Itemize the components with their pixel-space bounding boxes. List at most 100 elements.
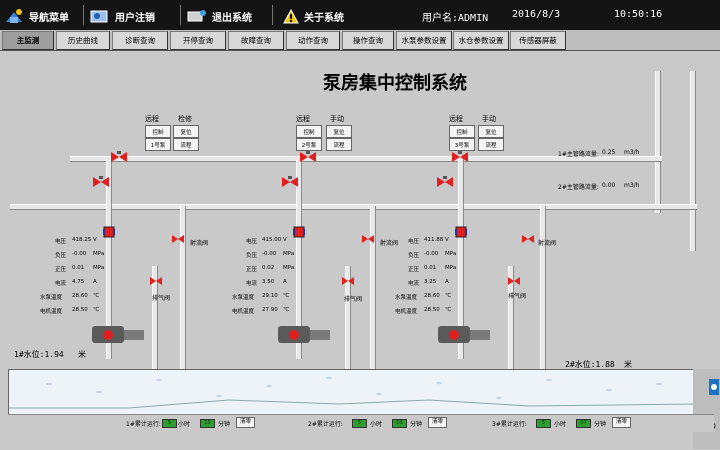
clear-button[interactable]: 清零 xyxy=(612,417,632,428)
water-sump xyxy=(8,369,696,416)
valve-icon[interactable] xyxy=(300,151,316,163)
flow-button[interactable]: 流程 xyxy=(478,138,504,151)
pump-temp-label: 水泵温度 xyxy=(40,295,63,301)
pump-temp-value: 29.10 xyxy=(262,293,278,299)
drain-valve-label: 排气阀 xyxy=(508,293,527,300)
pump-motor-icon[interactable] xyxy=(90,323,152,347)
shoot-valve-icon[interactable] xyxy=(172,234,184,244)
voltage-label: 电压 xyxy=(408,239,420,245)
main-pipe-riser-2 xyxy=(690,71,696,251)
motor-temp-label: 电机温度 xyxy=(395,309,418,315)
shoot-valve-label: 射流阀 xyxy=(538,240,557,247)
drain-valve-icon[interactable] xyxy=(150,276,162,286)
temp-unit: ℃ xyxy=(445,307,452,313)
nav-menu-button[interactable]: 导航菜单 xyxy=(4,7,69,25)
gate-valve-icon[interactable] xyxy=(455,225,467,239)
logout-label: 用户注销 xyxy=(115,12,155,24)
valve-icon[interactable] xyxy=(282,176,298,188)
water-surface-icon xyxy=(9,370,695,415)
shoot-valve-icon[interactable] xyxy=(362,234,374,244)
pos-pressure-value: 0.01 xyxy=(72,265,85,271)
pump-motor-icon[interactable] xyxy=(436,323,498,347)
tab-sump-params[interactable]: 水仓参数设置 xyxy=(453,31,509,50)
clear-button[interactable]: 清零 xyxy=(236,417,256,428)
gate-valve-icon[interactable] xyxy=(103,225,115,239)
pump-temp-label: 水泵温度 xyxy=(395,295,418,301)
tab-diagnosis-query[interactable]: 诊断查询 xyxy=(112,31,168,50)
control-button[interactable]: 控制 xyxy=(296,125,322,138)
pump1-hours: 5 xyxy=(162,419,177,428)
pump-select-button[interactable]: 2号泵 xyxy=(296,138,322,151)
reset-button[interactable]: 复位 xyxy=(326,125,352,138)
water-level-1-unit: 米 xyxy=(78,350,86,359)
scroll-icon[interactable] xyxy=(709,379,719,395)
main-pipe-2 xyxy=(10,204,697,210)
current-label: 电流 xyxy=(55,281,67,287)
home-icon xyxy=(6,9,22,23)
valve-icon[interactable] xyxy=(111,151,127,163)
remote-label: 远程 xyxy=(296,115,310,123)
minutes-unit: 分钟 xyxy=(594,421,607,428)
current-unit: A xyxy=(283,279,287,285)
minutes-unit: 分钟 xyxy=(410,421,423,428)
main-pipe-riser xyxy=(655,71,661,213)
tab-sensor-mask[interactable]: 传感器屏蔽 xyxy=(510,31,566,50)
tab-history-curve[interactable]: 历史曲线 xyxy=(56,31,110,50)
control-button[interactable]: 控制 xyxy=(145,125,171,138)
tab-main-monitor[interactable]: 主监测 xyxy=(2,31,54,50)
neg-pressure-label: 负压 xyxy=(55,253,67,259)
neg-pressure-label: 负压 xyxy=(408,253,420,259)
pipe1-flow-unit: m3/h xyxy=(624,149,640,156)
toolbar-divider xyxy=(272,5,273,25)
pos-pressure-value: 0.01 xyxy=(424,265,437,271)
temp-unit: ℃ xyxy=(93,293,100,299)
drain-valve-icon[interactable] xyxy=(342,276,354,286)
reset-button[interactable]: 复位 xyxy=(173,125,199,138)
date-display: 2016/8/3 xyxy=(512,9,561,20)
valve-icon[interactable] xyxy=(93,176,109,188)
remote-label: 远程 xyxy=(449,115,463,123)
motor-temp-value: 28.50 xyxy=(72,307,88,313)
gate-valve-icon[interactable] xyxy=(293,225,305,239)
voltage-value: 418.25 xyxy=(72,237,92,243)
tab-pump-params[interactable]: 水泵参数设置 xyxy=(396,31,452,50)
flow-button[interactable]: 流程 xyxy=(326,138,352,151)
drain-valve-icon[interactable] xyxy=(508,276,520,286)
logout-button[interactable]: 用户注销 xyxy=(90,7,155,25)
tab-fault-query[interactable]: 故障查询 xyxy=(228,31,284,50)
shoot-valve-icon[interactable] xyxy=(522,234,534,244)
tab-startstop-query[interactable]: 开停查询 xyxy=(170,31,226,50)
pump3-minutes: 07 xyxy=(576,419,591,428)
about-button[interactable]: 关于系统 xyxy=(283,7,344,25)
reset-button[interactable]: 复位 xyxy=(478,125,504,138)
current-value: 4.75 xyxy=(72,279,85,285)
pressure-unit: MPa xyxy=(445,265,457,271)
top-bar: 导航菜单 用户注销 退出系统 关于系统 用户名:ADMIN 2016/8/3 1… xyxy=(0,0,720,30)
pump3-hours: 5 xyxy=(536,419,551,428)
neg-pressure-value: -0.00 xyxy=(72,251,87,257)
shoot-valve-label: 射流阀 xyxy=(190,240,209,247)
time-display: 10:50:16 xyxy=(614,9,663,20)
pressure-unit: MPa xyxy=(283,265,295,271)
flow-button[interactable]: 流程 xyxy=(173,138,199,151)
pump-select-button[interactable]: 3号泵 xyxy=(449,138,475,151)
side-panel xyxy=(693,369,720,449)
pump-select-button[interactable]: 1号泵 xyxy=(145,138,171,151)
tab-action-query[interactable]: 动作查询 xyxy=(286,31,340,50)
pipe2-flow-value: 0.00 xyxy=(602,182,616,189)
manual-label: 手动 xyxy=(330,115,344,123)
pump1-minutes: 15 xyxy=(200,419,215,428)
pressure-unit: MPa xyxy=(93,251,105,257)
control-button[interactable]: 控制 xyxy=(449,125,475,138)
pump2-minutes: 03 xyxy=(392,419,407,428)
temp-unit: ℃ xyxy=(445,293,452,299)
clear-button[interactable]: 清零 xyxy=(428,417,448,428)
valve-icon[interactable] xyxy=(437,176,453,188)
drain-pipe xyxy=(180,206,186,371)
valve-icon[interactable] xyxy=(452,151,468,163)
pump-motor-icon[interactable] xyxy=(276,323,338,347)
exit-button[interactable]: 退出系统 xyxy=(187,7,252,25)
neg-pressure-value: -0.00 xyxy=(262,251,277,257)
current-label: 电流 xyxy=(246,281,258,287)
tab-operation-query[interactable]: 操作查询 xyxy=(342,31,394,50)
